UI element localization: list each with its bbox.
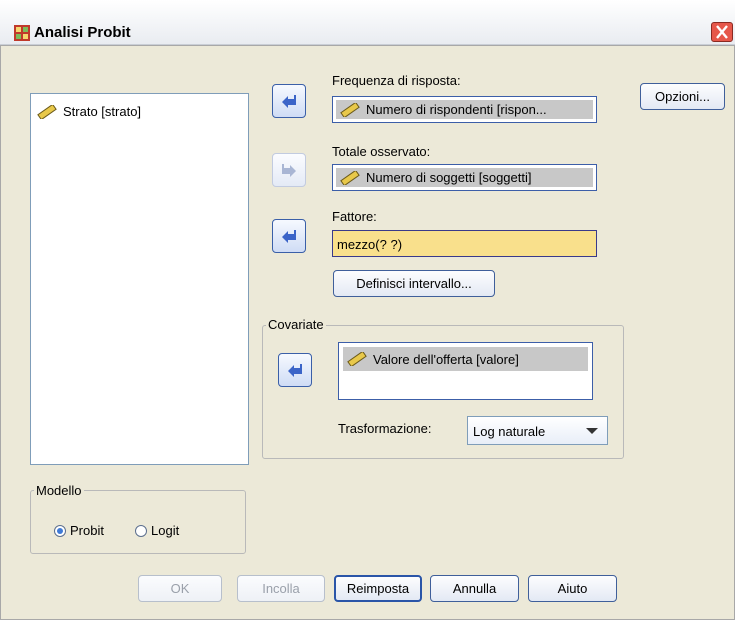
source-variable-list[interactable]: Strato [strato]	[30, 93, 249, 465]
move-total-button[interactable]	[272, 153, 306, 187]
move-covariate-button[interactable]	[278, 353, 312, 387]
total-field[interactable]: Numero di soggetti [soggetti]	[332, 164, 597, 191]
ruler-icon	[340, 102, 360, 117]
radio-logit[interactable]: Logit	[135, 523, 179, 538]
radio-unselected-icon	[135, 524, 147, 537]
title-bar: Analisi Probit	[0, 0, 735, 45]
paste-button[interactable]: Incolla	[237, 575, 325, 602]
ruler-icon	[347, 352, 367, 366]
covariates-title: Covariate	[266, 317, 326, 332]
model-title: Modello	[34, 483, 84, 498]
help-button[interactable]: Aiuto	[528, 575, 617, 602]
arrow-right-icon	[282, 164, 296, 177]
list-item[interactable]: Valore dell'offerta [valore]	[343, 347, 588, 371]
radio-selected-icon	[54, 524, 66, 537]
transform-value: Log naturale	[473, 424, 546, 439]
chevron-down-icon	[586, 428, 598, 434]
move-factor-button[interactable]	[272, 219, 306, 253]
model-group	[30, 490, 246, 554]
arrow-left-icon	[288, 364, 302, 377]
transform-label: Trasformazione:	[338, 421, 432, 436]
close-icon	[716, 25, 728, 39]
ruler-icon	[37, 104, 57, 119]
cancel-button[interactable]: Annulla	[430, 575, 519, 602]
reset-button[interactable]: Reimposta	[334, 575, 422, 602]
list-item[interactable]: Strato [strato]	[37, 104, 141, 119]
transform-select[interactable]: Log naturale	[467, 416, 608, 445]
total-label: Totale osservato:	[332, 144, 431, 159]
arrow-left-icon	[282, 95, 296, 108]
radio-probit[interactable]: Probit	[54, 523, 104, 538]
options-button[interactable]: Opzioni...	[640, 83, 725, 110]
dialog-window: Analisi Probit Strato [strato] Frequenza…	[0, 0, 735, 620]
window-title: Analisi Probit	[34, 24, 131, 41]
total-value: Numero di soggetti [soggetti]	[366, 170, 532, 185]
response-label: Frequenza di risposta:	[332, 73, 461, 88]
close-button[interactable]	[711, 22, 733, 42]
factor-field[interactable]: mezzo(? ?)	[332, 230, 597, 257]
radio-logit-label: Logit	[151, 523, 180, 538]
response-field[interactable]: Numero di rispondenti [rispon...	[332, 96, 597, 123]
list-item-label: Valore dell'offerta [valore]	[373, 351, 519, 367]
radio-probit-label: Probit	[70, 523, 104, 538]
factor-label: Fattore:	[332, 209, 377, 224]
covariate-list[interactable]: Valore dell'offerta [valore]	[338, 342, 593, 400]
arrow-left-icon	[282, 230, 296, 243]
ok-button[interactable]: OK	[138, 575, 222, 602]
factor-value: mezzo(? ?)	[337, 237, 403, 252]
list-item-label: Strato [strato]	[63, 104, 142, 119]
response-value: Numero di rispondenti [rispon...	[366, 102, 547, 117]
app-icon	[14, 25, 30, 41]
ruler-icon	[340, 170, 360, 185]
move-response-button[interactable]	[272, 84, 306, 118]
define-range-button[interactable]: Definisci intervallo...	[333, 270, 495, 297]
